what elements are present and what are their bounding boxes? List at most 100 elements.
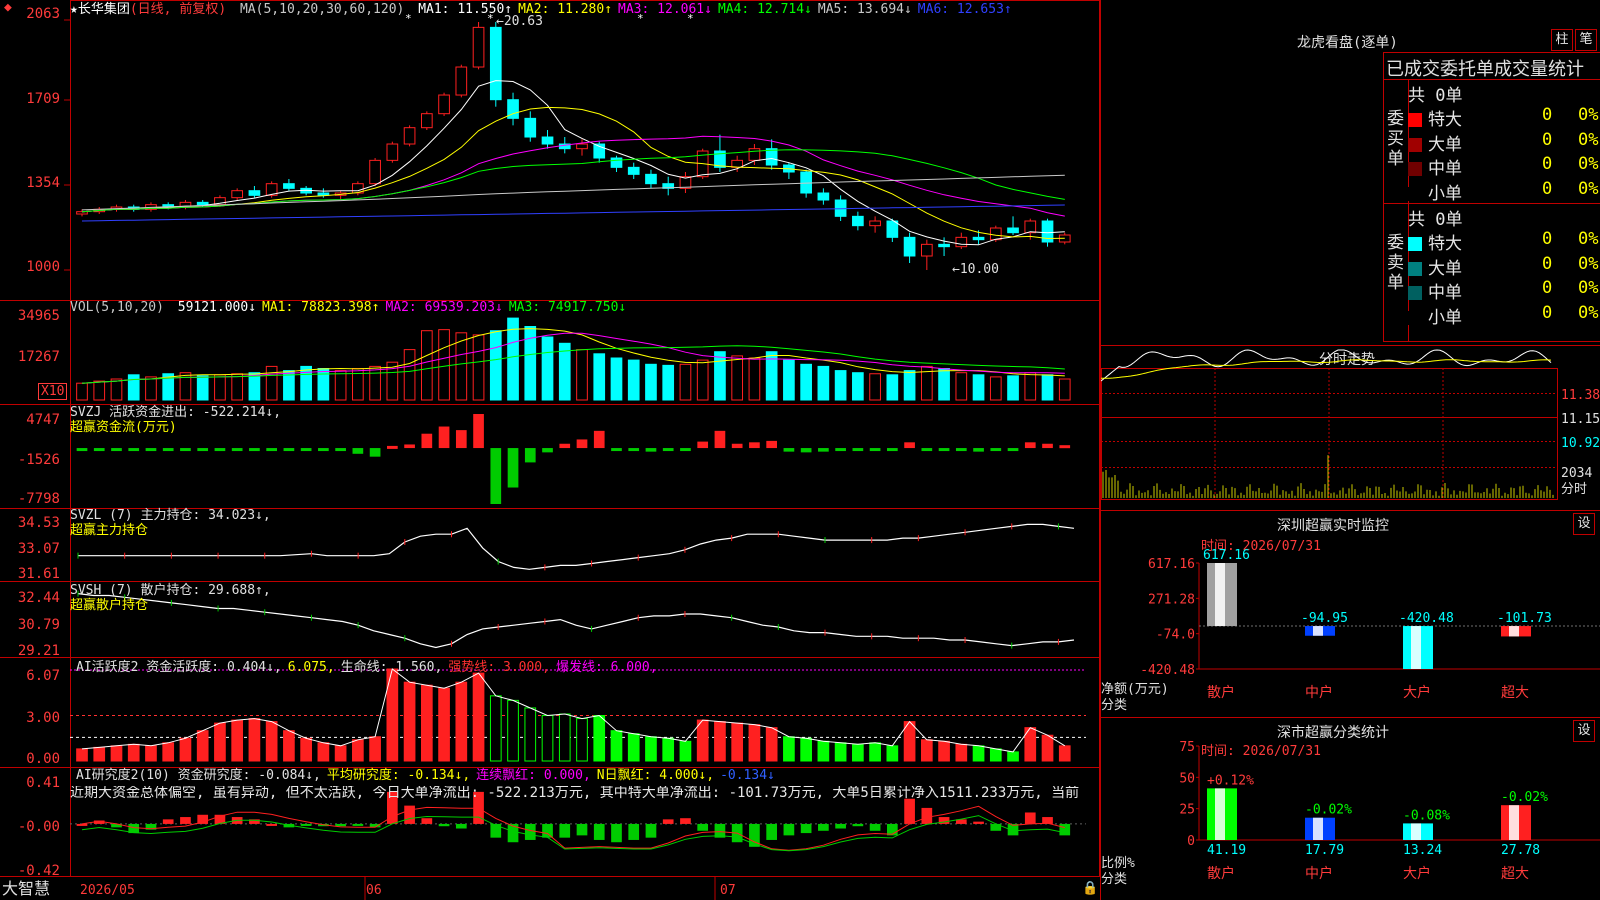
candle-body xyxy=(403,127,416,145)
buy-count: 0 xyxy=(1542,129,1553,150)
candle-body xyxy=(852,215,864,227)
activity-bar xyxy=(989,748,1002,762)
activity-bar xyxy=(869,742,881,762)
research-bar xyxy=(404,805,415,824)
activity-bar xyxy=(576,718,588,762)
ai1-value-0: AI活跃度2 资金活跃度: 0.404↓, xyxy=(76,660,282,675)
category-label: 大户 xyxy=(1403,684,1431,701)
ai2-value-2: 连续飘红: 0.000, xyxy=(476,768,591,783)
vol-unit: X10 xyxy=(38,383,68,400)
color-swatch xyxy=(1408,186,1422,201)
activity-bar xyxy=(369,736,381,762)
buy-count: 0 xyxy=(1542,105,1553,125)
volume-bar xyxy=(800,363,812,401)
buy-percent: 0% xyxy=(1578,129,1599,150)
fund-flow-bar xyxy=(197,448,209,452)
buy-row: 中单 0 0% xyxy=(1408,154,1598,179)
fund-flow-bar xyxy=(559,443,571,449)
ma-value-5: MA6: 12.653↑ xyxy=(917,2,1012,17)
volume-bar xyxy=(1024,372,1037,401)
candle-body xyxy=(869,220,881,227)
svzl-axis-1: 34.53 xyxy=(17,515,60,531)
research-bar xyxy=(921,807,933,824)
volume-bar xyxy=(179,372,192,401)
intraday-chart[interactable] xyxy=(1101,346,1600,511)
candle-body xyxy=(765,148,778,166)
fund-flow-bar xyxy=(404,444,415,449)
research-bar xyxy=(697,823,709,831)
category-label: 超大 xyxy=(1501,866,1529,882)
volume-bar xyxy=(127,374,140,401)
sell-name: 中单 xyxy=(1428,283,1462,303)
chart-mode[interactable]: (日线, 前复权) xyxy=(130,2,226,17)
fund-flow-bar xyxy=(628,448,640,452)
svzj-label: SVZJ 活跃资金进出: -522.214↓, xyxy=(70,405,282,420)
category-label: 散户 xyxy=(1207,865,1235,882)
sell-row: 小单 0 0% xyxy=(1408,303,1598,328)
research-bar xyxy=(524,823,536,840)
color-swatch xyxy=(1408,310,1422,325)
bar-highlight xyxy=(1509,805,1519,840)
ma-label: MA(5,10,20,30,60,120) xyxy=(239,2,405,17)
lock-icon[interactable]: 🔒 xyxy=(1082,881,1098,896)
bar-value: -101.73 xyxy=(1497,611,1552,626)
research-bar xyxy=(800,823,812,834)
color-swatch xyxy=(1408,137,1422,152)
bar-highlight xyxy=(1509,626,1519,637)
candle-body xyxy=(455,66,468,96)
fund-flow-bar xyxy=(990,448,1002,452)
research-bar xyxy=(904,798,915,824)
sell-row: 大单 0 0% xyxy=(1408,254,1598,279)
activity-bar xyxy=(76,748,88,762)
fund-flow-bar xyxy=(524,448,536,463)
color-swatch xyxy=(1408,113,1422,127)
sell-percent: 0% xyxy=(1578,229,1599,249)
color-swatch xyxy=(1408,162,1422,176)
ai2-value-1: 平均研究度: -0.134↓, xyxy=(326,768,471,783)
date-label-1: 2026/05 xyxy=(80,883,135,898)
fund-flow-bar xyxy=(593,430,605,449)
main-chart-area[interactable]: * * * * ◆ ★长华集团(日线, 前复权) MA(5,10,20,30,60,1… xyxy=(0,0,1100,900)
indicator-canvas[interactable]: * * * * xyxy=(0,0,1100,900)
favorite-star-icon[interactable]: ★ xyxy=(70,2,78,17)
bar-value: -0.02% xyxy=(1501,790,1548,805)
ma-value-2: MA3: 12.061↓ xyxy=(618,2,712,17)
activity-bar xyxy=(783,736,795,762)
activity-bar xyxy=(420,684,433,762)
ai1-axis-2: 3.00 xyxy=(26,710,60,726)
sell-count: 0 xyxy=(1542,278,1553,298)
fund-flow-bar xyxy=(266,448,277,452)
volume-bar xyxy=(679,363,692,401)
volume-bar xyxy=(593,353,606,401)
activity-bar xyxy=(472,672,485,762)
ai-research-header: AI研究度2(10) 资金研究度: -0.084↓, 平均研究度: -0.134↓… xyxy=(70,768,775,783)
order-view-button[interactable]: 笔 xyxy=(1575,29,1597,51)
activity-bar xyxy=(852,743,864,762)
activity-bar xyxy=(920,739,933,762)
candle-body xyxy=(1007,227,1019,234)
buy-side-label: 委买单 xyxy=(1387,109,1404,169)
activity-bar xyxy=(145,745,157,762)
vol-header: VOL(5,10,20) 59121.000↓ MA1: 78823.398↑ MA… xyxy=(70,300,626,315)
volume-bar xyxy=(472,334,485,401)
buy-name: 特大 xyxy=(1428,110,1462,130)
fund-flow-bar xyxy=(455,430,467,449)
volume-bar xyxy=(627,359,640,401)
sell-row: 中单 0 0% xyxy=(1408,278,1598,303)
vol-value-2: MA2: 69539.203↓ xyxy=(385,300,503,315)
fund-flow-bar xyxy=(507,448,519,488)
activity-bar xyxy=(196,730,209,762)
activity-bar xyxy=(972,745,985,762)
bar-highlight xyxy=(1313,626,1323,636)
column-view-button[interactable]: 柱 xyxy=(1551,29,1573,51)
bar-value: -420.48 xyxy=(1399,611,1454,626)
research-bar xyxy=(1059,823,1071,836)
axis-label: 50 xyxy=(1179,771,1195,786)
color-swatch xyxy=(1408,286,1422,300)
lhb-subtitle: 已成交委托单成交量统计 xyxy=(1386,59,1584,80)
fund-flow-bar xyxy=(697,441,709,449)
fund-flow-bar xyxy=(973,448,984,452)
intraday-axis-1: 11.38 xyxy=(1561,388,1600,403)
activity-bar xyxy=(627,733,640,762)
activity-bar xyxy=(558,713,571,762)
